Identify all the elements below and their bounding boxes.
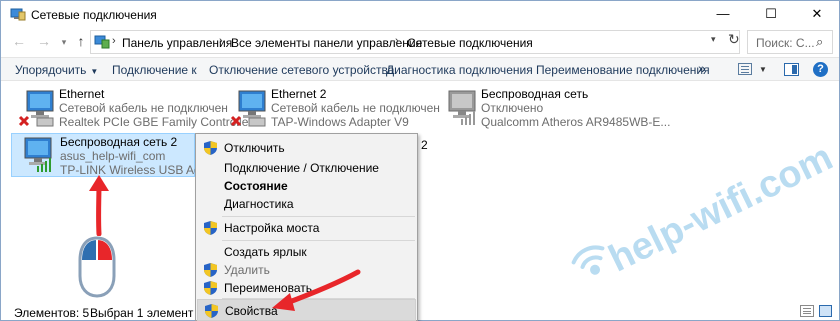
- wired-adapter-disconnected-icon: [230, 90, 266, 127]
- view-options-chevron-icon[interactable]: ▼: [759, 65, 767, 74]
- adapter-status: Сетевой кабель не подключен: [59, 101, 228, 115]
- organize-button[interactable]: Упорядочить ▼: [15, 63, 98, 77]
- help-icon[interactable]: ?: [813, 62, 828, 77]
- wireless-adapter-disabled-icon: [448, 90, 476, 125]
- status-bar: Элементов: 5 Выбран 1 элемент: [1, 301, 839, 321]
- window-title: Сетевые подключения: [31, 8, 157, 22]
- command-bar: Упорядочить ▼ Подключение к Отключение се…: [1, 57, 839, 81]
- breadcrumb-control-panel[interactable]: Панель управления: [122, 36, 232, 50]
- rename-connection-button[interactable]: Переименование подключения: [536, 63, 710, 77]
- refresh-icon[interactable]: ↻: [728, 31, 740, 48]
- uac-shield-icon: [204, 263, 217, 277]
- network-connections-window: Сетевые подключения — ☐ ✕ ← → ▾ ↑ › Пане…: [0, 0, 840, 321]
- adapter-wireless[interactable]: Беспроводная сеть Отключено Qualcomm Ath…: [433, 86, 670, 130]
- adapter-status: asus_help-wifi_com: [60, 149, 166, 163]
- control-panel-icon: [94, 35, 110, 49]
- large-icons-view-icon[interactable]: [819, 305, 832, 317]
- occluded-adapter-label: 2: [421, 138, 428, 152]
- breadcrumb-network-connections[interactable]: Сетевые подключения: [407, 36, 533, 50]
- menu-item-diagnose[interactable]: Диагностика: [197, 193, 416, 215]
- close-button[interactable]: ✕: [795, 1, 839, 28]
- menu-item-disable[interactable]: Отключить: [197, 137, 416, 159]
- menu-item-label: Создать ярлык: [224, 245, 307, 259]
- menu-item-label: Удалить: [224, 263, 270, 277]
- search-placeholder: Поиск: С...: [756, 36, 815, 50]
- details-view-icon[interactable]: [800, 305, 814, 317]
- preview-pane-icon[interactable]: [784, 63, 799, 76]
- red-arrow-up-icon: [89, 175, 109, 236]
- adapter-name: Ethernet 2: [271, 87, 327, 101]
- wired-adapter-disconnected-icon: [18, 90, 54, 127]
- mouse-right-click-icon: [78, 236, 116, 298]
- menu-item-bridge[interactable]: Настройка моста: [197, 217, 416, 239]
- chevron-down-icon: ▼: [90, 67, 99, 76]
- uac-shield-icon: [204, 141, 217, 155]
- adapter-ethernet[interactable]: Ethernet Сетевой кабель не подключен Rea…: [11, 86, 252, 130]
- menu-item-label: Отключить: [224, 141, 285, 155]
- breadcrumb-separator-icon: ›: [219, 35, 223, 47]
- address-bar[interactable]: › Панель управления › Все элементы панел…: [90, 30, 740, 54]
- breadcrumb-separator-icon: ›: [395, 35, 399, 47]
- breadcrumb-separator-icon: ›: [112, 35, 116, 47]
- adapter-name: Беспроводная сеть: [481, 87, 589, 101]
- title-bar: Сетевые подключения — ☐ ✕: [1, 1, 839, 28]
- more-commands-button[interactable]: »: [698, 60, 706, 76]
- back-arrow-icon[interactable]: ←: [11, 33, 27, 49]
- breadcrumb-all-items[interactable]: Все элементы панели управления: [231, 36, 422, 50]
- connect-to-button[interactable]: Подключение к: [112, 63, 197, 77]
- disable-device-button[interactable]: Отключение сетевого устройства: [209, 63, 394, 77]
- network-folder-icon: [10, 8, 26, 21]
- search-icon[interactable]: ⌕: [816, 34, 823, 50]
- wireless-adapter-connected-icon: [24, 137, 52, 172]
- selection-count: Выбран 1 элемент: [90, 306, 194, 320]
- watermark-text: help-wifi.com: [603, 141, 840, 281]
- search-input[interactable]: Поиск: С... ⌕: [747, 30, 833, 54]
- adapter-device: TAP-Windows Adapter V9: [271, 115, 409, 129]
- menu-item-label: Настройка моста: [224, 221, 320, 235]
- up-arrow-icon[interactable]: ↑: [73, 33, 89, 49]
- minimize-button[interactable]: —: [701, 1, 745, 28]
- adapter-status: Отключено: [481, 101, 544, 115]
- uac-shield-icon: [204, 221, 217, 235]
- forward-arrow-icon[interactable]: →: [36, 33, 52, 49]
- adapter-status: Сетевой кабель не подключен: [271, 101, 440, 115]
- change-view-icon[interactable]: [738, 63, 752, 75]
- adapter-name: Ethernet: [59, 87, 105, 101]
- recent-locations-chevron-icon[interactable]: ▾: [56, 37, 72, 48]
- item-count: Элементов: 5: [14, 306, 90, 320]
- menu-item-label: Состояние: [224, 179, 288, 193]
- maximize-button[interactable]: ☐: [749, 1, 793, 28]
- menu-item-label: Диагностика: [224, 197, 294, 211]
- adapter-name: Беспроводная сеть 2: [60, 135, 178, 149]
- help-wifi-watermark: help-wifi.com: [571, 141, 840, 281]
- uac-shield-icon: [204, 281, 217, 295]
- diagnose-connection-button[interactable]: Диагностика подключения: [386, 63, 533, 77]
- address-dropdown-icon[interactable]: ▾: [711, 34, 716, 45]
- adapter-ethernet-2[interactable]: Ethernet 2 Сетевой кабель не подключен T…: [223, 86, 440, 130]
- adapter-device: Qualcomm Atheros AR9485WB-E...: [481, 115, 671, 129]
- menu-item-label: Подключение / Отключение: [224, 161, 379, 175]
